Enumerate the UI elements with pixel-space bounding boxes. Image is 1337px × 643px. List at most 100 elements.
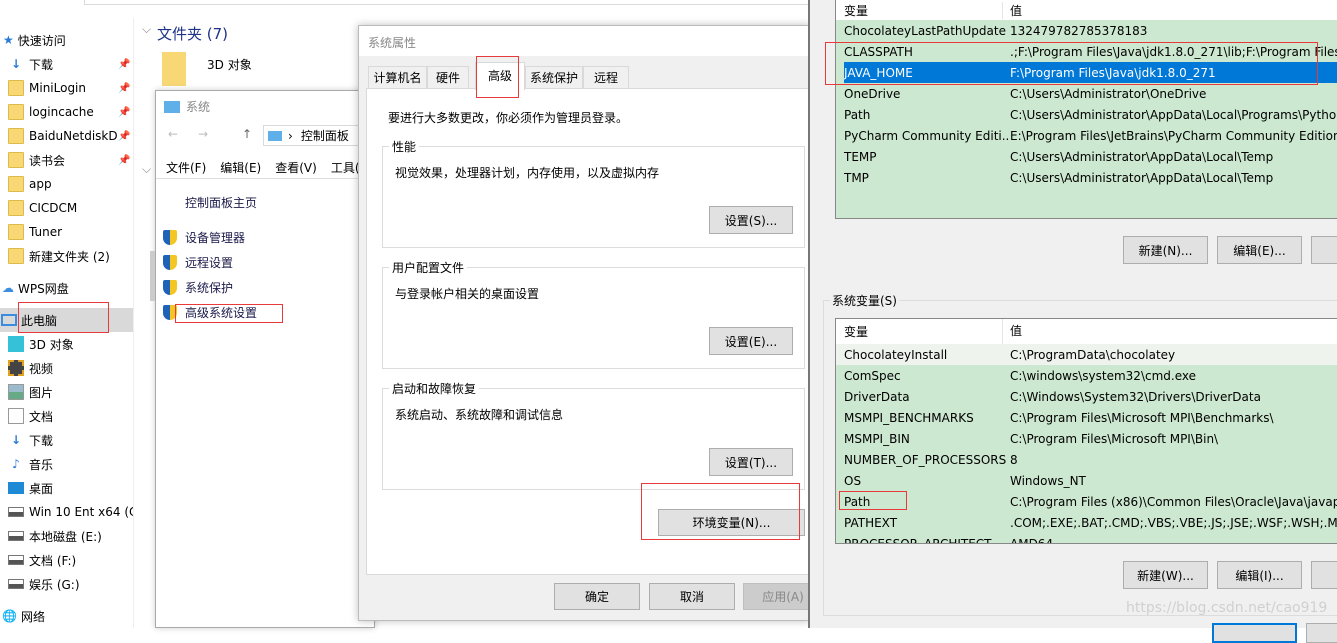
user-new-button[interactable]: 新建(N)... (1123, 236, 1208, 264)
table-row[interactable]: TEMP C:\Users\Administrator\AppData\Local… (836, 146, 1337, 167)
table-row[interactable]: TMP C:\Users\Administrator\AppData\Local\… (836, 167, 1337, 188)
link-device-manager[interactable]: 设备管理器 (163, 229, 245, 246)
table-row[interactable]: ChocolateyInstall C:\ProgramData\chocolat… (836, 344, 1337, 365)
tab-hardware[interactable]: 硬件 (427, 66, 469, 89)
label: Win 10 Ent x64 (C (29, 505, 133, 519)
profile-settings-button[interactable]: 设置(E)... (709, 327, 793, 355)
network-icon: 🌐 (2, 609, 17, 623)
pin-icon[interactable]: 📌 (118, 155, 130, 166)
environment-variables-button[interactable]: 环境变量(N)... (658, 509, 805, 536)
forward-button[interactable]: → (198, 127, 208, 141)
table-row[interactable]: ComSpec C:\windows\system32\cmd.exe (836, 365, 1337, 386)
table-row[interactable]: OneDrive C:\Users\Administrator\OneDrive (836, 83, 1337, 104)
sidebar-item[interactable]: 读书会 📌 (0, 148, 133, 172)
shield-icon (163, 255, 177, 270)
table-row[interactable]: NUMBER_OF_PROCESSORS 8 (836, 449, 1337, 470)
table-row[interactable]: PROCESSOR_ARCHITECT... AMD64 (836, 533, 1337, 544)
tab-advanced[interactable]: 高级 (475, 62, 525, 90)
ok-button[interactable]: 确定 (554, 583, 640, 610)
menu-edit[interactable]: 编辑(E) (220, 159, 261, 176)
cancel-button[interactable] (1306, 623, 1337, 643)
user-variables-list[interactable]: 变量值 ChocolateyLastPathUpdate 132479782785… (835, 0, 1337, 219)
system-delete-button[interactable] (1311, 561, 1337, 589)
column-header-value[interactable]: 值 (1002, 319, 1022, 344)
sidebar-item[interactable]: 图片 (0, 380, 133, 404)
sidebar-item[interactable]: 文档 (0, 404, 133, 428)
sidebar-item[interactable]: 新建文件夹 (2) (0, 244, 133, 268)
system-variables-list[interactable]: 变量值 ChocolateyInstall C:\ProgramData\choc… (835, 318, 1337, 544)
table-row[interactable]: DriverData C:\Windows\System32\Drivers\Dr… (836, 386, 1337, 407)
folder-3d-label[interactable]: 3D 对象 (207, 56, 252, 73)
variable-name: OS (844, 473, 862, 488)
menu-file[interactable]: 文件(F) (166, 159, 206, 176)
sidebar-item[interactable]: 3D 对象 (0, 332, 133, 356)
video-icon (8, 360, 24, 376)
table-row[interactable]: CLASSPATH .;F:\Program Files\Java\jdk1.8.… (836, 41, 1337, 62)
link-remote-settings[interactable]: 远程设置 (163, 254, 233, 271)
folder-3d-icon[interactable] (162, 52, 186, 86)
sidebar-item[interactable]: CICDCM (0, 196, 133, 220)
table-row[interactable]: PyCharm Community Editi... E:\Program Fil… (836, 125, 1337, 146)
link-advanced-settings[interactable]: 高级系统设置 (163, 304, 257, 321)
sidebar-item[interactable]: Tuner (0, 220, 133, 244)
tab-remote[interactable]: 远程 (583, 66, 629, 89)
sidebar-network[interactable]: 🌐 网络 (0, 604, 133, 628)
table-row[interactable]: PATHEXT .COM;.EXE;.BAT;.CMD;.VBS;.VBE;.JS… (836, 512, 1337, 533)
chevron-down-icon[interactable]: ⌵ (142, 22, 151, 37)
table-row[interactable]: ChocolateyLastPathUpdate 1324797827853781… (836, 20, 1337, 41)
sidebar-item[interactable]: 桌面 (0, 476, 133, 500)
pin-icon[interactable]: 📌 (118, 83, 130, 94)
sidebar-item[interactable]: 视频 (0, 356, 133, 380)
table-row[interactable]: Path C:\Program Files (x86)\Common Files\… (836, 491, 1337, 512)
pin-icon[interactable]: 📌 (118, 59, 130, 70)
menu-view[interactable]: 查看(V) (275, 159, 317, 176)
tab-computer-name[interactable]: 计算机名 (368, 66, 427, 89)
chevron-down-icon[interactable]: ⌵ (142, 162, 151, 177)
table-row[interactable]: Path C:\Users\Administrator\AppData\Local… (836, 104, 1337, 125)
system-new-button[interactable]: 新建(W)... (1123, 561, 1208, 589)
sidebar-wps[interactable]: ☁ WPS网盘 (0, 276, 133, 300)
table-row[interactable]: MSMPI_BENCHMARKS C:\Program Files\Microso… (836, 407, 1337, 428)
label: 读书会 (29, 153, 66, 168)
label: 娱乐 (G:) (29, 577, 80, 592)
sidebar-item[interactable]: Win 10 Ent x64 (C (0, 500, 133, 524)
system-edit-button[interactable]: 编辑(I)... (1217, 561, 1302, 589)
sidebar-item[interactable]: ↓ 下载 (0, 428, 133, 452)
user-edit-button[interactable]: 编辑(E)... (1217, 236, 1302, 264)
sidebar-quick-access[interactable]: ★ 快速访问 (0, 28, 133, 52)
ok-button[interactable] (1212, 623, 1297, 643)
sidebar-item[interactable]: logincache 📌 (0, 100, 133, 124)
sidebar-item[interactable]: BaiduNetdiskD 📌 (0, 124, 133, 148)
column-header-variable[interactable]: 变量 (844, 2, 1010, 19)
startup-settings-button[interactable]: 设置(T)... (709, 448, 793, 476)
column-header-variable[interactable]: 变量 (844, 323, 1010, 340)
user-delete-button[interactable] (1311, 236, 1337, 264)
sidebar-item[interactable]: 娱乐 (G:) (0, 572, 133, 596)
back-button[interactable]: ← (168, 127, 178, 141)
variable-name: Path (844, 494, 871, 509)
pin-icon[interactable]: 📌 (118, 107, 130, 118)
column-header-value[interactable]: 值 (1002, 1, 1022, 19)
link-system-protection[interactable]: 系统保护 (163, 279, 233, 296)
table-row[interactable]: MSMPI_BIN C:\Program Files\Microsoft MPI\… (836, 428, 1337, 449)
sidebar-item[interactable]: ↓ 下载 📌 (0, 52, 133, 76)
sidebar-item[interactable]: app (0, 172, 133, 196)
menu-tools[interactable]: 工具( (331, 159, 360, 176)
address-bar[interactable] (84, 0, 824, 5)
cancel-button[interactable]: 取消 (649, 583, 735, 610)
sidebar-item[interactable]: 本地磁盘 (E:) (0, 524, 133, 548)
tab-system-protection[interactable]: 系统保护 (525, 66, 583, 89)
sidebar-this-pc[interactable]: 此电脑 (0, 308, 133, 332)
sidebar-item[interactable]: 文档 (F:) (0, 548, 133, 572)
performance-settings-button[interactable]: 设置(S)... (709, 206, 793, 234)
up-button[interactable]: ↑ (242, 127, 252, 141)
control-panel-home[interactable]: 控制面板主页 (185, 194, 257, 211)
scrollbar[interactable] (150, 251, 155, 301)
document-icon (8, 408, 24, 424)
pin-icon[interactable]: 📌 (118, 131, 130, 142)
sidebar-item[interactable]: MiniLogin 📌 (0, 76, 133, 100)
label: BaiduNetdiskD (29, 129, 118, 143)
sidebar-item[interactable]: ♪ 音乐 (0, 452, 133, 476)
table-row[interactable]: OS Windows_NT (836, 470, 1337, 491)
table-row[interactable]: JAVA_HOME F:\Program Files\Java\jdk1.8.0_… (844, 62, 1337, 83)
